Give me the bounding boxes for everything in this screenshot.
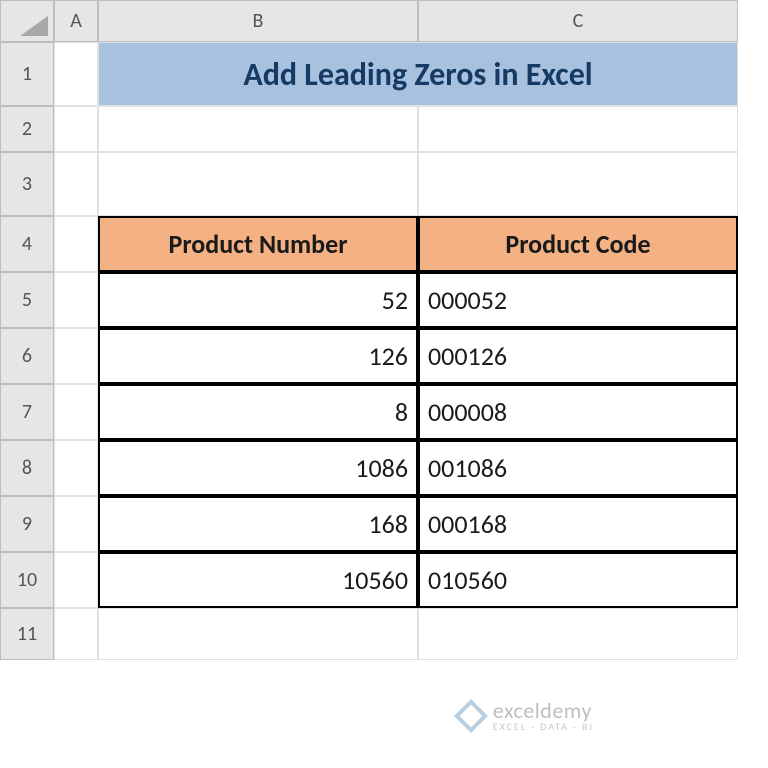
cell-a6[interactable] xyxy=(54,328,98,384)
table-row[interactable]: 010560 xyxy=(418,552,738,608)
logo-icon xyxy=(454,699,488,733)
cell-a7[interactable] xyxy=(54,384,98,440)
cell-a1[interactable] xyxy=(54,42,98,106)
cell-a4[interactable] xyxy=(54,216,98,272)
table-row[interactable]: 001086 xyxy=(418,440,738,496)
table-row[interactable]: 8 xyxy=(98,384,418,440)
table-row[interactable]: 168 xyxy=(98,496,418,552)
cell-c3[interactable] xyxy=(418,152,738,216)
cell-a10[interactable] xyxy=(54,552,98,608)
table-row[interactable]: 000052 xyxy=(418,272,738,328)
table-row[interactable]: 000168 xyxy=(418,496,738,552)
worksheet: A B C 1 Add Leading Zeros in Excel 2 3 4… xyxy=(0,0,768,660)
table-row[interactable]: 126 xyxy=(98,328,418,384)
table-header-product-number[interactable]: Product Number xyxy=(98,216,418,272)
select-all-corner[interactable] xyxy=(0,0,54,42)
cell-b3[interactable] xyxy=(98,152,418,216)
table-row[interactable]: 10560 xyxy=(98,552,418,608)
watermark-main: exceldemy xyxy=(493,700,594,722)
row-header-3[interactable]: 3 xyxy=(0,152,54,216)
row-header-7[interactable]: 7 xyxy=(0,384,54,440)
cell-a3[interactable] xyxy=(54,152,98,216)
row-header-11[interactable]: 11 xyxy=(0,608,54,660)
row-header-8[interactable]: 8 xyxy=(0,440,54,496)
cell-c11[interactable] xyxy=(418,608,738,660)
table-row[interactable]: 000126 xyxy=(418,328,738,384)
row-header-5[interactable]: 5 xyxy=(0,272,54,328)
row-header-2[interactable]: 2 xyxy=(0,106,54,152)
cell-a9[interactable] xyxy=(54,496,98,552)
table-row[interactable]: 52 xyxy=(98,272,418,328)
cell-c2[interactable] xyxy=(418,106,738,152)
row-header-10[interactable]: 10 xyxy=(0,552,54,608)
title-cell[interactable]: Add Leading Zeros in Excel xyxy=(98,42,738,106)
cell-a2[interactable] xyxy=(54,106,98,152)
col-header-a[interactable]: A xyxy=(54,0,98,42)
cell-a8[interactable] xyxy=(54,440,98,496)
cell-a5[interactable] xyxy=(54,272,98,328)
row-header-1[interactable]: 1 xyxy=(0,42,54,106)
col-header-c[interactable]: C xyxy=(418,0,738,42)
watermark-sub: EXCEL · DATA · BI xyxy=(493,722,594,732)
col-header-b[interactable]: B xyxy=(98,0,418,42)
row-header-6[interactable]: 6 xyxy=(0,328,54,384)
cell-b11[interactable] xyxy=(98,608,418,660)
table-row[interactable]: 000008 xyxy=(418,384,738,440)
cell-b2[interactable] xyxy=(98,106,418,152)
row-header-4[interactable]: 4 xyxy=(0,216,54,272)
watermark: exceldemy EXCEL · DATA · BI xyxy=(459,700,594,732)
row-header-9[interactable]: 9 xyxy=(0,496,54,552)
table-row[interactable]: 1086 xyxy=(98,440,418,496)
table-header-product-code[interactable]: Product Code xyxy=(418,216,738,272)
cell-a11[interactable] xyxy=(54,608,98,660)
